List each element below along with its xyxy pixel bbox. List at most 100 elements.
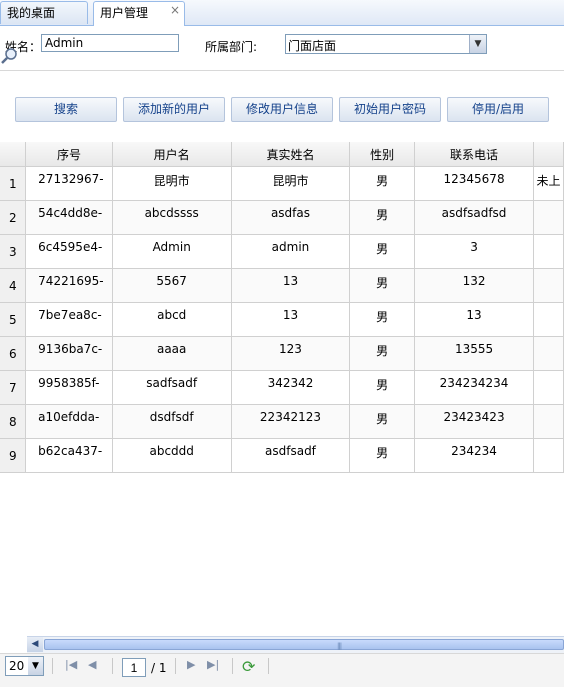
cell-extra [533, 268, 564, 303]
cell-extra [533, 404, 564, 439]
toggle-enable-button[interactable]: 停用/启用 [447, 97, 549, 122]
cell-username: abcd [112, 302, 232, 337]
last-page-icon[interactable]: ▶| [207, 658, 219, 671]
cell-phone: 3 [414, 234, 535, 269]
cell-username: 5567 [112, 268, 232, 303]
init-password-button[interactable]: 初始用户密码 [339, 97, 441, 122]
dept-label: 所属部门: [205, 40, 258, 54]
tab-bar: 我的桌面 用户管理 × [0, 0, 564, 26]
column-header-phone[interactable]: 联系电话 [414, 142, 535, 167]
row-number: 5 [0, 302, 27, 337]
table-row[interactable]: 8 a10efdda-dsdfsdf 22342123 男 23423423 [0, 404, 564, 439]
search-button[interactable]: 搜索 [15, 97, 117, 122]
cell-gender: 男 [349, 370, 415, 405]
table-header-row: 序号 用户名 真实姓名 性别 联系电话 [0, 142, 564, 167]
table-row[interactable]: 5 7be7ea8c-abcd 13 男 13 [0, 302, 564, 337]
tab-label: 我的桌面 [7, 6, 56, 20]
close-icon[interactable]: × [170, 0, 180, 22]
pager-divider [175, 658, 176, 674]
cell-gender: 男 [349, 200, 415, 235]
cell-id: 54c4dd8e- [25, 200, 113, 235]
cell-gender: 男 [349, 166, 415, 201]
cell-realname: 13 [231, 268, 351, 303]
pager-divider [268, 658, 269, 674]
pager-divider [232, 658, 233, 674]
column-header-extra[interactable] [533, 142, 564, 167]
cell-extra [533, 302, 564, 337]
tab-label: 用户管理 [100, 6, 149, 20]
row-number: 4 [0, 268, 27, 303]
table-row[interactable]: 6 9136ba7c-aaaa 123 男 13555 [0, 336, 564, 371]
cell-username: Admin [112, 234, 232, 269]
cell-realname: 昆明市 [231, 166, 351, 201]
cell-extra: 未上 [533, 166, 564, 201]
cell-username: 昆明市 [112, 166, 232, 201]
horizontal-scrollbar[interactable]: ◀ ||| [27, 636, 564, 653]
page-size-value: 20 [9, 659, 25, 673]
cell-gender: 男 [349, 438, 415, 473]
table-row[interactable]: 4 74221695- 5567 13 男 132 [0, 268, 564, 303]
edit-user-button[interactable]: 修改用户信息 [231, 97, 333, 122]
row-number: 2 [0, 200, 27, 235]
cell-extra [533, 200, 564, 235]
row-number: 9 [0, 438, 27, 473]
cell-id: 74221695- [25, 268, 113, 303]
add-user-button[interactable]: 添加新的用户 [123, 97, 225, 122]
refresh-icon[interactable]: ⟳ [242, 657, 255, 676]
magnifier-icon[interactable] [0, 46, 20, 66]
cell-realname: 123 [231, 336, 351, 371]
cell-realname: 13 [231, 302, 351, 337]
first-page-icon[interactable]: |◀ [65, 658, 77, 671]
column-header-gender[interactable]: 性别 [349, 142, 415, 167]
cell-realname: 22342123 [231, 404, 351, 439]
tab-my-desktop[interactable]: 我的桌面 [0, 1, 88, 24]
table-row[interactable]: 2 54c4dd8e-abcdssss asdfas 男 asdfsadfsd [0, 200, 564, 235]
cell-phone: 132 [414, 268, 535, 303]
row-number: 3 [0, 234, 27, 269]
pager-bar: 20 ▼ |◀ ◀ / 1 ▶ ▶| ⟳ [0, 653, 564, 687]
cell-phone: 234234234 [414, 370, 535, 405]
tab-user-management[interactable]: 用户管理 × [93, 1, 185, 26]
table-row[interactable]: 7 9958385f-sadfsadf 342342 男 234234234 [0, 370, 564, 405]
cell-gender: 男 [349, 302, 415, 337]
column-header-id[interactable]: 序号 [25, 142, 113, 167]
cell-phone: asdfsadfsd [414, 200, 535, 235]
row-number: 6 [0, 336, 27, 371]
table-row[interactable]: 9 b62ca437- abcddd asdfsadf 男 234234 [0, 438, 564, 473]
prev-page-icon[interactable]: ◀ [88, 658, 96, 671]
chevron-down-icon[interactable]: ▼ [28, 657, 43, 675]
cell-extra [533, 336, 564, 371]
next-page-icon[interactable]: ▶ [187, 658, 195, 671]
cell-username: dsdfsdf [112, 404, 232, 439]
column-header-username[interactable]: 用户名 [112, 142, 232, 167]
cell-realname: asdfsadf [231, 438, 351, 473]
page-size-select[interactable]: 20 ▼ [5, 656, 44, 676]
cell-id: a10efdda- [25, 404, 113, 439]
cell-realname: 342342 [231, 370, 351, 405]
dept-select[interactable]: 门面店面 ▼ [285, 34, 487, 54]
cell-extra [533, 370, 564, 405]
pager-divider [52, 658, 53, 674]
current-page-input[interactable] [122, 658, 146, 677]
cell-extra [533, 438, 564, 473]
cell-phone: 13555 [414, 336, 535, 371]
cell-gender: 男 [349, 234, 415, 269]
name-input[interactable] [41, 34, 179, 52]
table-row[interactable]: 1 27132967- 昆明市 昆明市男 12345678 未上 [0, 166, 564, 201]
chevron-down-icon[interactable]: ▼ [469, 35, 486, 53]
cell-extra [533, 234, 564, 269]
cell-username: sadfsadf [112, 370, 232, 405]
total-pages: / 1 [151, 661, 167, 675]
scrollbar-thumb[interactable]: ||| [44, 639, 564, 650]
table-row[interactable]: 3 6c4595e4- Admin admin 男 3 [0, 234, 564, 269]
scroll-left-icon[interactable]: ◀ [27, 637, 43, 652]
user-grid: 序号 用户名 真实姓名 性别 联系电话 1 27132967- 昆明市 昆明市男 123… [0, 142, 564, 473]
cell-username: aaaa [112, 336, 232, 371]
dept-select-value: 门面店面 [288, 39, 337, 53]
row-number: 1 [0, 166, 27, 201]
cell-id: 27132967- [25, 166, 113, 201]
rownum-header [0, 142, 27, 167]
cell-id: 7be7ea8c- [25, 302, 113, 337]
cell-phone: 234234 [414, 438, 535, 473]
column-header-realname[interactable]: 真实姓名 [231, 142, 351, 167]
